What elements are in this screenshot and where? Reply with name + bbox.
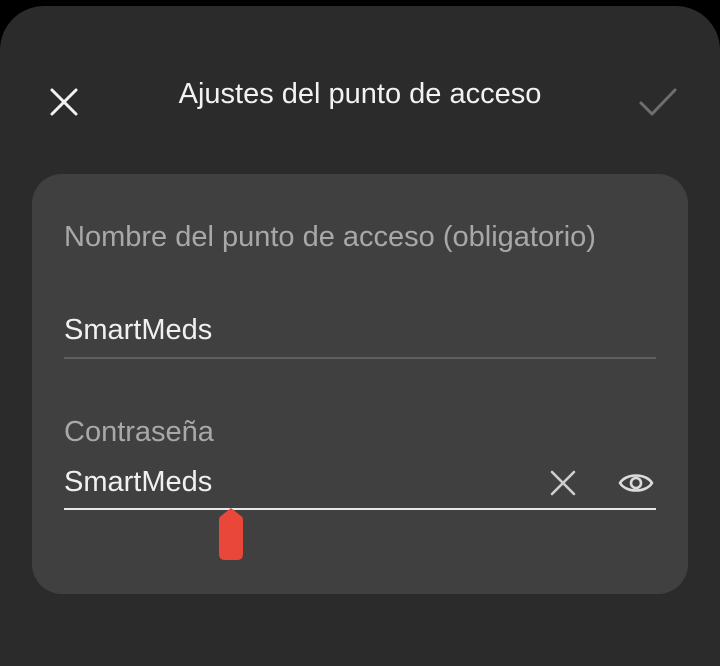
cursor-handle-icon	[219, 508, 243, 560]
hotspot-name-label: Nombre del punto de acceso (obligatorio)	[64, 221, 596, 253]
hotspot-settings-sheet: Ajustes del punto de acceso Nombre del p…	[0, 6, 720, 666]
password-underline	[64, 508, 656, 510]
hotspot-name-input[interactable]	[64, 310, 524, 350]
clear-text-icon	[550, 470, 576, 496]
confirm-button[interactable]	[630, 74, 686, 130]
settings-card: Nombre del punto de acceso (obligatorio)…	[32, 174, 688, 594]
header: Ajustes del punto de acceso	[0, 6, 720, 176]
password-input[interactable]	[64, 462, 524, 502]
toggle-password-visibility-button[interactable]	[614, 464, 658, 502]
text-cursor-handle[interactable]	[219, 508, 243, 560]
clear-password-button[interactable]	[544, 464, 582, 502]
eye-icon	[618, 474, 654, 492]
hotspot-name-underline	[64, 357, 656, 359]
password-label: Contraseña	[64, 416, 214, 448]
check-icon	[639, 88, 677, 116]
page-title: Ajustes del punto de acceso	[178, 78, 542, 110]
